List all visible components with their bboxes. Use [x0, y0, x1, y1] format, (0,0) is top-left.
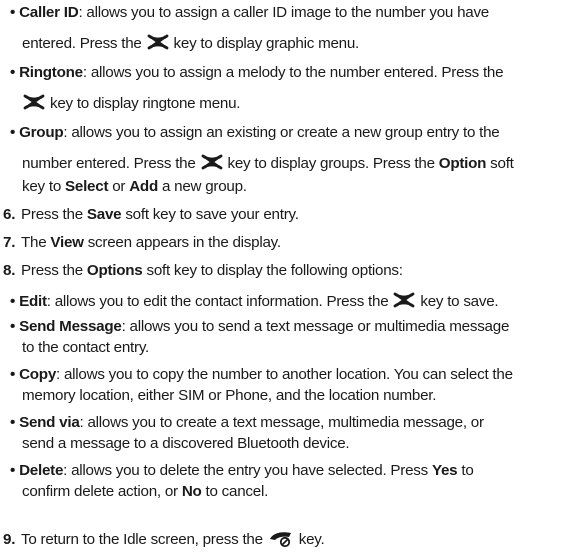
term-caller-id: Caller ID: [19, 4, 79, 21]
bullet-dot: •: [10, 64, 16, 81]
step-8-pre: Press the: [21, 262, 87, 279]
step-8-options-term: Options: [86, 262, 143, 279]
bullet-caller-id-line2: entered. Press the key to display graphi…: [22, 34, 359, 53]
step-9-pre: To return to the Idle screen, press the: [21, 531, 267, 548]
edit-after-key: key to save.: [416, 293, 499, 310]
nav-key-icon: [23, 94, 45, 110]
ringtone-desc: : allows you to assign a melody to the n…: [82, 64, 504, 81]
term-ringtone: Ringtone: [19, 64, 83, 81]
bullet-dot: •: [10, 293, 16, 310]
option-delete-line1: • Delete: allows you to delete the entry…: [10, 462, 474, 480]
caller-id-press: entered. Press the: [22, 35, 146, 52]
bullet-group-line3: key to Select or Add a new group.: [22, 178, 247, 196]
bullet-ringtone-line1: • Ringtone: allows you to assign a melod…: [10, 64, 504, 82]
bullet-dot: •: [10, 462, 16, 479]
group-after-key: key to display groups. Press the: [223, 155, 439, 172]
step-number: 9.: [3, 531, 16, 548]
caller-id-after-key: key to display graphic menu.: [169, 35, 360, 52]
send-via-desc: : allows you to create a text message, m…: [79, 414, 485, 431]
bullet-caller-id-line1: • Caller ID: allows you to assign a call…: [10, 4, 489, 22]
step-number: 6.: [3, 206, 16, 223]
delete-cancel: to cancel.: [201, 483, 269, 500]
bullet-group-line2: number entered. Press the key to display…: [22, 154, 514, 173]
delete-no-term: No: [181, 483, 202, 500]
step-number: 7.: [3, 234, 16, 251]
group-option-term: Option: [438, 155, 487, 172]
copy-desc-2: memory location, either SIM or Phone, an…: [22, 387, 437, 404]
edit-desc: : allows you to edit the contact informa…: [46, 293, 393, 310]
option-copy-line2: memory location, either SIM or Phone, an…: [22, 387, 436, 405]
group-or: or: [108, 178, 130, 195]
step-6-post: soft key to save your entry.: [121, 206, 299, 223]
option-send-message-line1: • Send Message: allows you to send a tex…: [10, 318, 509, 336]
nav-key-icon: [393, 292, 415, 308]
step-6: 6. Press the Save soft key to save your e…: [3, 206, 299, 224]
step-6-pre: Press the: [21, 206, 87, 223]
group-press: number entered. Press the: [22, 155, 200, 172]
option-delete-line2: confirm delete action, or No to cancel.: [22, 483, 268, 501]
send-message-desc: : allows you to send a text message or m…: [121, 318, 510, 335]
step-8: 8. Press the Options soft key to display …: [3, 262, 403, 280]
manual-page: • Caller ID: allows you to assign a call…: [0, 0, 587, 560]
term-group: Group: [19, 124, 64, 141]
ringtone-after-key: key to display ringtone menu.: [46, 95, 241, 112]
bullet-dot: •: [10, 414, 16, 431]
group-soft: soft: [486, 155, 514, 172]
step-7-view-term: View: [50, 234, 84, 251]
copy-desc: : allows you to copy the number to anoth…: [56, 366, 513, 383]
group-add-term: Add: [129, 178, 158, 195]
step-7-post: screen appears in the display.: [83, 234, 281, 251]
option-send-via-line2: send a message to a discovered Bluetooth…: [22, 435, 350, 453]
term-send-message: Send Message: [19, 318, 122, 335]
bullet-ringtone-line2: key to display ringtone menu.: [22, 94, 241, 113]
nav-key-icon: [147, 34, 168, 50]
bullet-dot: •: [10, 124, 16, 141]
group-key-to: key to: [22, 178, 65, 195]
bullet-dot: •: [10, 318, 16, 335]
term-copy: Copy: [19, 366, 57, 383]
step-8-post: soft key to display the following option…: [142, 262, 403, 279]
delete-confirm: confirm delete action, or: [22, 483, 182, 500]
option-send-message-line2: to the contact entry.: [22, 339, 149, 357]
caller-id-desc: : allows you to assign a caller ID image…: [78, 4, 490, 21]
group-desc: : allows you to assign an existing or cr…: [63, 124, 500, 141]
bullet-group-line1: • Group: allows you to assign an existin…: [10, 124, 500, 142]
delete-desc: : allows you to delete the entry you hav…: [63, 462, 432, 479]
step-9: 9. To return to the Idle screen, press th…: [3, 530, 325, 549]
nav-key-icon: [201, 154, 222, 170]
term-edit: Edit: [19, 293, 47, 310]
send-message-desc-2: to the contact entry.: [22, 339, 150, 356]
option-edit: • Edit: allows you to edit the contact i…: [10, 292, 499, 311]
bullet-dot: •: [10, 366, 16, 383]
group-new-group: a new group.: [157, 178, 247, 195]
term-send-via: Send via: [19, 414, 80, 431]
step-7-pre: The: [21, 234, 51, 251]
option-copy-line1: • Copy: allows you to copy the number to…: [10, 366, 513, 384]
term-delete: Delete: [19, 462, 64, 479]
step-6-save-term: Save: [86, 206, 122, 223]
group-select-term: Select: [65, 178, 109, 195]
step-9-post: key.: [294, 531, 325, 548]
delete-yes-term: Yes: [431, 462, 458, 479]
send-via-desc-2: send a message to a discovered Bluetooth…: [22, 435, 350, 452]
bullet-dot: •: [10, 4, 16, 21]
delete-to: to: [457, 462, 474, 479]
step-7: 7. The View screen appears in the display…: [3, 234, 281, 252]
end-key-icon: [269, 532, 291, 548]
step-number: 8.: [3, 262, 16, 279]
option-send-via-line1: • Send via: allows you to create a text …: [10, 414, 484, 432]
